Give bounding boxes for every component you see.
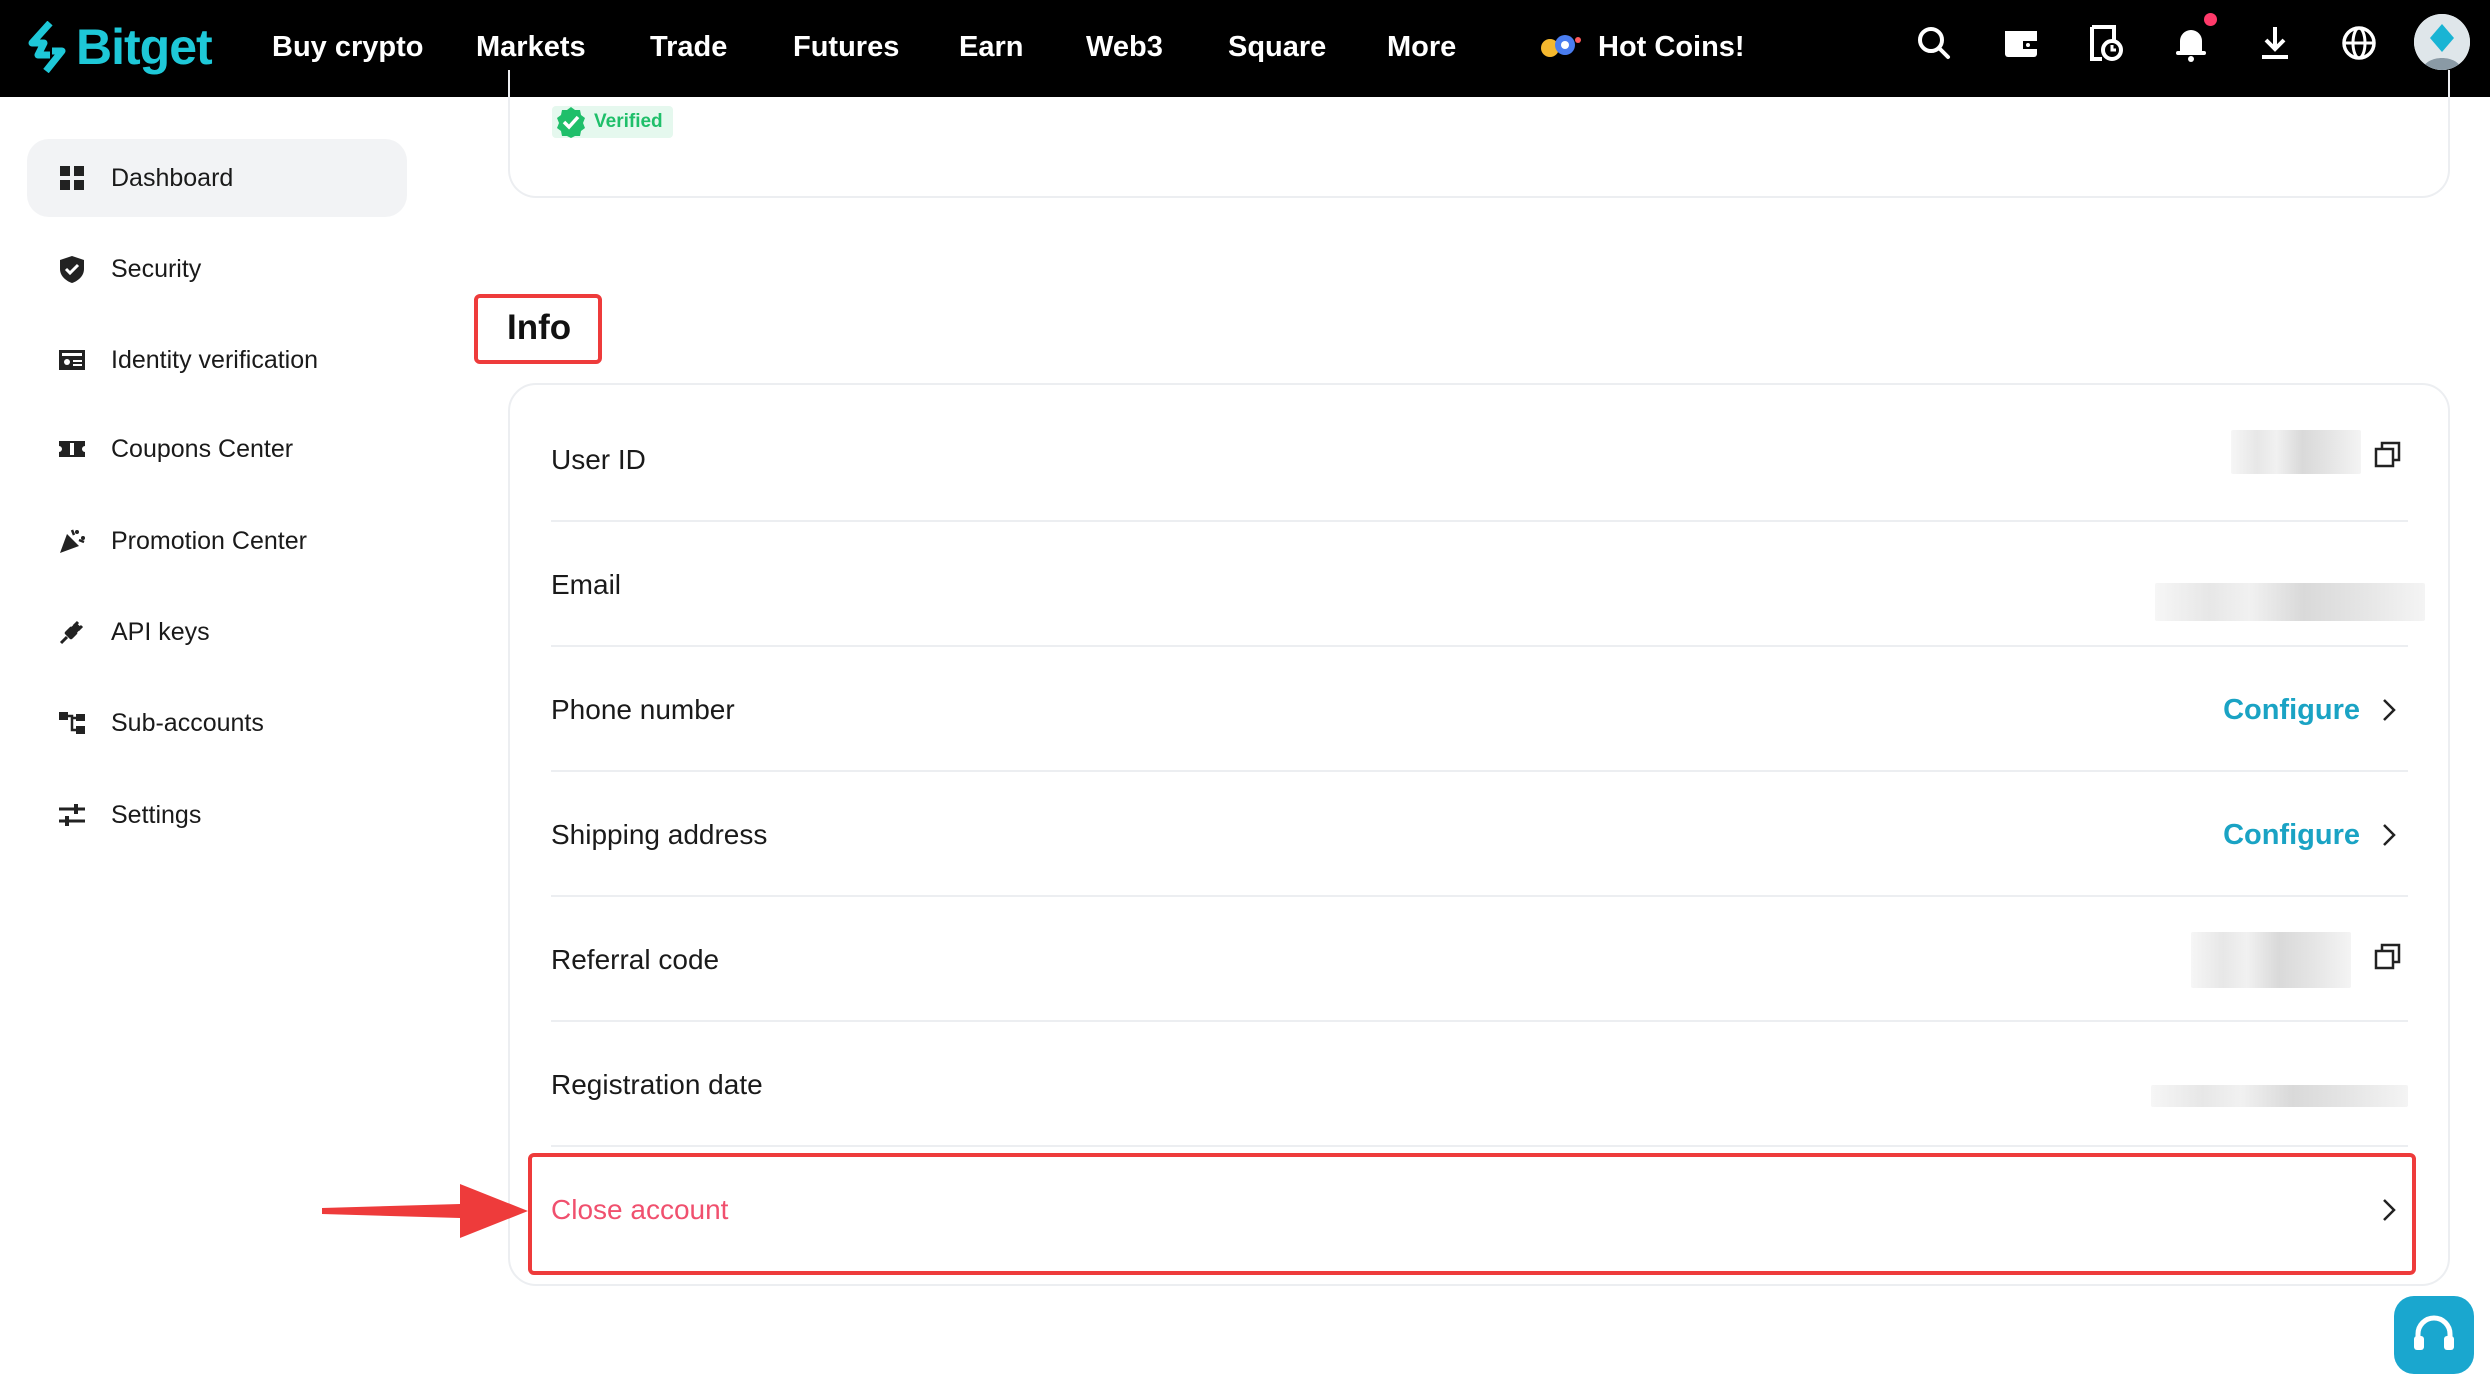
referral-code-label: Referral code <box>551 944 720 975</box>
bitget-logo[interactable]: Bitget <box>24 12 213 82</box>
notification-badge <box>2204 13 2217 26</box>
nav-markets[interactable]: Markets <box>476 24 586 70</box>
sidebar-item-dashboard[interactable]: Dashboard <box>27 139 407 217</box>
hot-coins-label: Hot Coins! <box>1598 30 1745 63</box>
search-icon[interactable] <box>1913 22 1955 64</box>
info-row-phone-number[interactable]: Phone number Configure <box>551 648 2408 772</box>
info-row-shipping-address[interactable]: Shipping address Configure <box>551 773 2408 897</box>
shipping-address-label: Shipping address <box>551 819 768 850</box>
globe-icon[interactable] <box>2338 22 2380 64</box>
coupon-icon <box>57 434 87 464</box>
close-account-highlight <box>528 1153 2416 1275</box>
sidebar-item-label: Dashboard <box>111 163 234 192</box>
copy-icon[interactable] <box>2373 942 2403 972</box>
sidebar-item-coupons-center[interactable]: Coupons Center <box>27 410 407 488</box>
sidebar-item-label: Security <box>111 254 202 283</box>
email-label: Email <box>551 569 622 600</box>
email-value-redacted <box>2155 583 2425 621</box>
user-id-label: User ID <box>551 444 646 475</box>
referral-code-value-redacted <box>2191 932 2351 988</box>
info-row-registration-date: Registration date <box>551 1023 2408 1147</box>
chevron-right-icon <box>2376 695 2402 725</box>
annotation-arrow-icon <box>322 1184 528 1238</box>
nav-futures[interactable]: Futures <box>793 24 899 70</box>
orders-icon[interactable] <box>2084 22 2126 64</box>
sidebar-item-label: Settings <box>111 800 202 829</box>
nav-web3[interactable]: Web3 <box>1086 24 1163 70</box>
shield-icon <box>57 254 87 284</box>
nav-buy-crypto[interactable]: Buy crypto <box>272 24 423 70</box>
dashboard-icon <box>57 163 87 193</box>
customer-support-button[interactable] <box>2394 1296 2474 1374</box>
phone-configure-link[interactable]: Configure <box>2223 648 2360 772</box>
phone-number-label: Phone number <box>551 694 735 725</box>
info-row-email: Email <box>551 523 2425 647</box>
coins-icon <box>1541 35 1581 57</box>
registration-date-value-redacted <box>2151 1085 2408 1107</box>
info-title-highlight <box>474 294 602 364</box>
wallet-icon[interactable] <box>2000 22 2042 64</box>
hierarchy-icon <box>57 708 87 738</box>
plug-icon <box>57 617 87 647</box>
shipping-configure-link[interactable]: Configure <box>2223 773 2360 897</box>
chevron-right-icon <box>2376 820 2402 850</box>
verified-check-icon <box>557 107 585 138</box>
sidebar-item-api-keys[interactable]: API keys <box>27 593 407 671</box>
avatar[interactable] <box>2414 14 2470 70</box>
nav-more[interactable]: More <box>1387 24 1456 70</box>
sidebar-item-identity-verification[interactable]: Identity verification <box>27 321 407 399</box>
nav-square[interactable]: Square <box>1228 24 1326 70</box>
sidebar-item-security[interactable]: Security <box>27 230 407 308</box>
verified-label: Verified <box>594 111 663 132</box>
verified-badge: Verified <box>552 106 673 138</box>
sidebar-item-settings[interactable]: Settings <box>27 776 407 854</box>
profile-card <box>508 70 2450 198</box>
nav-earn[interactable]: Earn <box>959 24 1023 70</box>
sliders-icon <box>57 800 87 830</box>
sidebar-item-label: API keys <box>111 617 210 646</box>
headset-icon <box>2414 1315 2454 1350</box>
sidebar-item-label: Coupons Center <box>111 434 294 463</box>
brand-name: Bitget <box>76 19 213 75</box>
registration-date-label: Registration date <box>551 1069 763 1100</box>
info-row-user-id: User ID <box>551 398 2408 522</box>
sidebar-item-label: Identity verification <box>111 345 319 374</box>
sidebar-item-label: Promotion Center <box>111 526 307 555</box>
notification-icon[interactable] <box>2170 22 2212 64</box>
bitget-logo-icon <box>28 21 66 73</box>
party-popper-icon <box>57 526 87 556</box>
sidebar-item-promotion-center[interactable]: Promotion Center <box>27 502 407 580</box>
download-icon[interactable] <box>2254 22 2296 64</box>
user-id-value-redacted <box>2231 430 2361 474</box>
sidebar-item-sub-accounts[interactable]: Sub-accounts <box>27 684 407 762</box>
hot-coins-link[interactable]: Hot Coins! <box>1538 24 1745 70</box>
id-card-icon <box>57 345 87 375</box>
sidebar-item-label: Sub-accounts <box>111 708 264 737</box>
nav-trade[interactable]: Trade <box>650 24 727 70</box>
copy-icon[interactable] <box>2373 440 2403 470</box>
info-row-referral-code: Referral code <box>551 898 2408 1022</box>
